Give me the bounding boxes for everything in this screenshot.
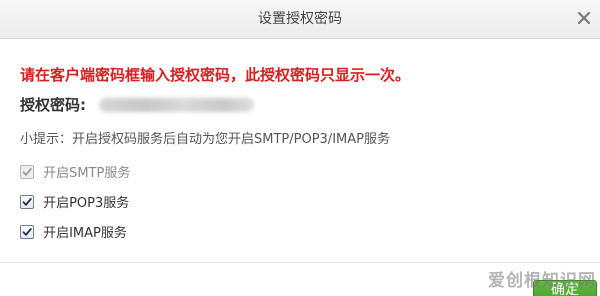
imap-checkbox[interactable] xyxy=(20,224,34,239)
auth-code-row: 授权密码: xyxy=(20,94,255,116)
check-icon xyxy=(22,197,32,206)
smtp-label: 开启SMTP服务 xyxy=(43,166,131,181)
footer-divider xyxy=(0,262,600,263)
smtp-checkbox[interactable] xyxy=(20,164,34,179)
authorization-password-dialog: 设置授权密码 请在客户端密码框输入授权密码，此授权密码只显示一次。 授权密码: … xyxy=(0,0,600,296)
pop3-checkbox[interactable] xyxy=(20,194,34,209)
auth-code-value-blurred xyxy=(99,97,255,112)
one-time-display-warning: 请在客户端密码框输入授权密码，此授权密码只显示一次。 xyxy=(20,66,411,84)
site-watermark: 爱创根知识网 xyxy=(488,271,596,291)
close-button[interactable] xyxy=(574,8,594,28)
dialog-titlebar: 设置授权密码 xyxy=(0,0,600,39)
auth-code-label: 授权密码: xyxy=(20,96,86,114)
imap-label: 开启IMAP服务 xyxy=(43,226,127,241)
close-icon xyxy=(577,11,591,25)
tip-text: 小提示：开启授权码服务后自动为您开启SMTP/POP3/IMAP服务 xyxy=(20,132,390,147)
pop3-label: 开启POP3服务 xyxy=(43,196,130,211)
option-imap[interactable]: 开启IMAP服务 xyxy=(20,221,127,241)
dialog-title: 设置授权密码 xyxy=(258,11,342,27)
option-smtp[interactable]: 开启SMTP服务 xyxy=(20,161,131,181)
option-pop3[interactable]: 开启POP3服务 xyxy=(20,191,130,211)
check-icon xyxy=(22,227,32,236)
check-icon xyxy=(22,167,32,176)
